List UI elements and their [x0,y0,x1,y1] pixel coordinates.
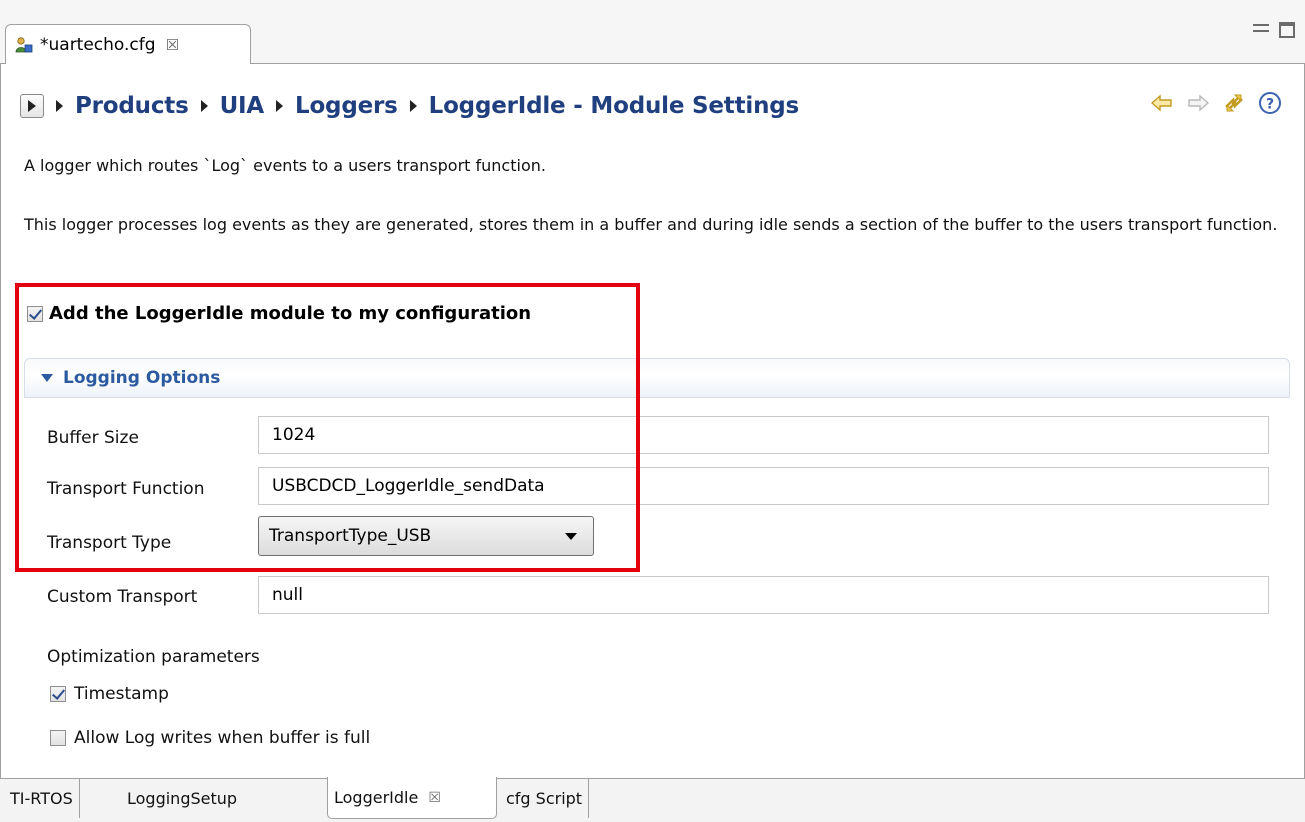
allow-full-checkbox[interactable] [50,730,66,746]
optimization-title: Optimization parameters [47,647,260,667]
section-title: Logging Options [63,368,221,388]
play-icon [28,100,36,112]
buffer-size-input[interactable]: 1024 [258,416,1269,454]
tab-label: LoggingSetup [127,788,238,808]
navigation-toolbar: ? [1149,90,1283,116]
forward-arrow-icon[interactable] [1185,90,1211,116]
add-module-toggle[interactable]: Add the LoggerIdle module to my configur… [27,303,531,324]
description-summary: A logger which routes `Log` events to a … [24,156,546,175]
description-detail: This logger processes log events as they… [24,215,1278,234]
svg-text:?: ? [1266,97,1274,113]
breadcrumb-separator-icon [56,100,63,112]
transport-type-select[interactable]: TransportType_USB [258,516,594,556]
sync-icon[interactable] [1221,90,1247,116]
close-icon[interactable]: ☒ [166,36,179,54]
editor-tab-label: *uartecho.cfg [40,34,156,55]
breadcrumb-separator-icon [200,100,208,112]
transport-type-label: Transport Type [47,533,172,553]
transport-type-value: TransportType_USB [269,526,432,546]
help-icon[interactable]: ? [1257,90,1283,116]
tab-label: cfg Script [506,788,583,808]
editor-tab-uartecho[interactable]: *uartecho.cfg ☒ [5,24,251,64]
allow-full-option[interactable]: Allow Log writes when buffer is full [50,728,370,748]
transport-function-input[interactable]: USBCDCD_LoggerIdle_sendData [258,467,1269,505]
tab-cfg-script[interactable]: cfg Script [500,778,590,818]
tab-label: TI-RTOS [10,788,73,808]
allow-full-label: Allow Log writes when buffer is full [74,728,371,748]
timestamp-label: Timestamp [74,684,169,704]
breadcrumb-menu-button[interactable] [20,94,44,118]
page-title: LoggerIdle - Module Settings [428,93,800,119]
custom-transport-label: Custom Transport [47,587,198,607]
timestamp-option[interactable]: Timestamp [50,684,169,704]
add-module-checkbox[interactable] [27,305,43,322]
close-icon[interactable]: ☒ [428,790,441,806]
tab-label: LoggerIdle [334,788,419,807]
breadcrumb-item-uia[interactable]: UIA [220,93,265,119]
custom-transport-input[interactable]: null [258,576,1269,614]
window-controls [1253,22,1295,38]
chevron-down-icon [565,533,577,540]
breadcrumb-item-loggers[interactable]: Loggers [295,93,398,119]
minimize-icon[interactable] [1253,24,1269,32]
transport-function-label: Transport Function [47,479,205,499]
add-module-label: Add the LoggerIdle module to my configur… [49,303,532,324]
breadcrumb-item-products[interactable]: Products [75,93,189,119]
config-file-icon [14,35,34,55]
back-arrow-icon[interactable] [1149,90,1175,116]
tab-loggingsetup[interactable]: LoggingSetup [121,778,243,818]
breadcrumb-separator-icon [409,100,417,112]
breadcrumb: Products UIA Loggers LoggerIdle - Module… [20,86,799,126]
collapse-icon [41,374,53,382]
tab-loggeridle[interactable]: LoggerIdle ☒ [327,777,497,819]
logging-options-section-header[interactable]: Logging Options [24,358,1290,398]
tab-ti-rtos[interactable]: TI-RTOS [4,778,80,818]
buffer-size-label: Buffer Size [47,428,139,448]
timestamp-checkbox[interactable] [50,686,66,702]
maximize-icon[interactable] [1279,22,1295,38]
breadcrumb-separator-icon [276,100,283,112]
